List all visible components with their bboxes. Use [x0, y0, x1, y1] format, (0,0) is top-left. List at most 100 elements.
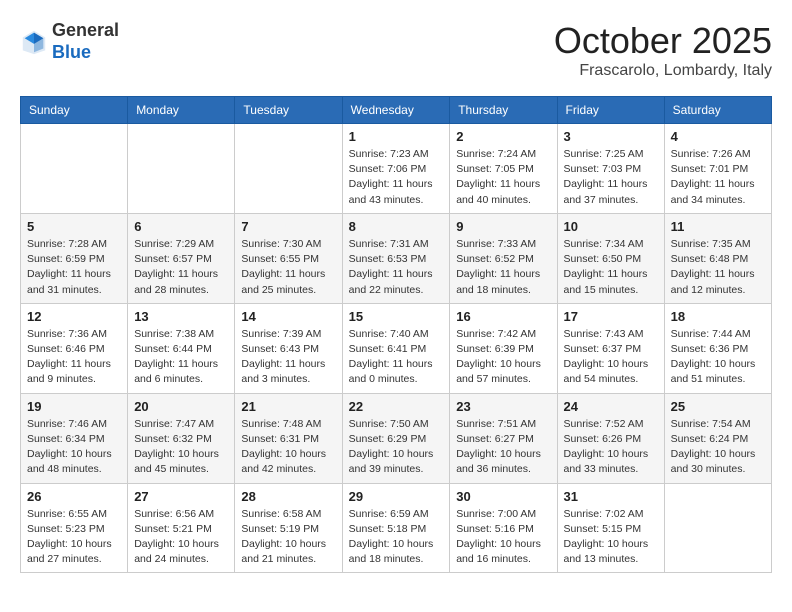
day-info: Sunrise: 7:28 AM Sunset: 6:59 PM Dayligh… — [27, 237, 121, 298]
calendar-cell: 9 Sunrise: 7:33 AM Sunset: 6:52 PM Daylig… — [450, 213, 557, 303]
calendar-header-row: SundayMondayTuesdayWednesdayThursdayFrid… — [21, 97, 772, 124]
day-number: 11 — [671, 219, 765, 234]
day-number: 9 — [456, 219, 550, 234]
day-info: Sunrise: 7:24 AM Sunset: 7:05 PM Dayligh… — [456, 147, 550, 208]
calendar-cell: 3Sunrise: 7:25 AM Sunset: 7:03 PM Daylig… — [557, 124, 664, 214]
calendar-cell: 19 Sunrise: 7:46 AM Sunset: 6:34 PM Dayli… — [21, 393, 128, 483]
calendar-cell: 31 Sunrise: 7:02 AM Sunset: 5:15 PM Dayli… — [557, 483, 664, 573]
day-number: 30 — [456, 489, 550, 504]
logo-general: General — [52, 20, 119, 40]
calendar-cell: 20 Sunrise: 7:47 AM Sunset: 6:32 PM Dayli… — [128, 393, 235, 483]
calendar-cell: 22Sunrise: 7:50 AM Sunset: 6:29 PM Dayli… — [342, 393, 450, 483]
day-number: 18 — [671, 309, 765, 324]
day-number: 10 — [564, 219, 658, 234]
calendar-cell: 18 Sunrise: 7:44 AM Sunset: 6:36 PM Dayli… — [664, 303, 771, 393]
calendar-cell: 6 Sunrise: 7:29 AM Sunset: 6:57 PM Daylig… — [128, 213, 235, 303]
calendar-cell: 8Sunrise: 7:31 AM Sunset: 6:53 PM Daylig… — [342, 213, 450, 303]
day-number: 14 — [241, 309, 335, 324]
day-info: Sunrise: 6:56 AM Sunset: 5:21 PM Dayligh… — [134, 507, 228, 568]
calendar-cell: 26 Sunrise: 6:55 AM Sunset: 5:23 PM Dayli… — [21, 483, 128, 573]
calendar-cell: 29Sunrise: 6:59 AM Sunset: 5:18 PM Dayli… — [342, 483, 450, 573]
day-number: 26 — [27, 489, 121, 504]
day-number: 21 — [241, 399, 335, 414]
day-info: Sunrise: 7:48 AM Sunset: 6:31 PM Dayligh… — [241, 417, 335, 478]
day-number: 13 — [134, 309, 228, 324]
weekday-header: Monday — [128, 97, 235, 124]
weekday-header: Thursday — [450, 97, 557, 124]
day-number: 24 — [564, 399, 658, 414]
calendar-cell — [664, 483, 771, 573]
day-number: 2 — [456, 129, 550, 144]
logo: General Blue — [20, 20, 119, 63]
day-number: 23 — [456, 399, 550, 414]
day-info: Sunrise: 7:02 AM Sunset: 5:15 PM Dayligh… — [564, 507, 658, 568]
calendar-cell: 15 Sunrise: 7:40 AM Sunset: 6:41 PM Dayli… — [342, 303, 450, 393]
day-info: Sunrise: 6:59 AM Sunset: 5:18 PM Dayligh… — [349, 507, 444, 568]
calendar-week-row: 19 Sunrise: 7:46 AM Sunset: 6:34 PM Dayli… — [21, 393, 772, 483]
day-info: Sunrise: 7:42 AM Sunset: 6:39 PM Dayligh… — [456, 327, 550, 388]
day-number: 31 — [564, 489, 658, 504]
weekday-header: Sunday — [21, 97, 128, 124]
day-info: Sunrise: 7:36 AM Sunset: 6:46 PM Dayligh… — [27, 327, 121, 388]
day-info: Sunrise: 7:52 AM Sunset: 6:26 PM Dayligh… — [564, 417, 658, 478]
calendar-cell: 10 Sunrise: 7:34 AM Sunset: 6:50 PM Dayli… — [557, 213, 664, 303]
calendar-cell: 27Sunrise: 6:56 AM Sunset: 5:21 PM Dayli… — [128, 483, 235, 573]
day-number: 20 — [134, 399, 228, 414]
day-info: Sunrise: 6:55 AM Sunset: 5:23 PM Dayligh… — [27, 507, 121, 568]
day-number: 22 — [349, 399, 444, 414]
day-number: 7 — [241, 219, 335, 234]
day-number: 1 — [349, 129, 444, 144]
day-info: Sunrise: 7:47 AM Sunset: 6:32 PM Dayligh… — [134, 417, 228, 478]
calendar-week-row: 26 Sunrise: 6:55 AM Sunset: 5:23 PM Dayli… — [21, 483, 772, 573]
day-number: 15 — [349, 309, 444, 324]
calendar-cell — [128, 124, 235, 214]
calendar-week-row: 1 Sunrise: 7:23 AM Sunset: 7:06 PM Daylig… — [21, 124, 772, 214]
calendar-cell: 2 Sunrise: 7:24 AM Sunset: 7:05 PM Daylig… — [450, 124, 557, 214]
location: Frascarolo, Lombardy, Italy — [554, 62, 772, 80]
calendar-cell: 13 Sunrise: 7:38 AM Sunset: 6:44 PM Dayli… — [128, 303, 235, 393]
month-title: October 2025 — [554, 20, 772, 62]
day-number: 28 — [241, 489, 335, 504]
calendar-cell: 24 Sunrise: 7:52 AM Sunset: 6:26 PM Dayli… — [557, 393, 664, 483]
day-info: Sunrise: 7:00 AM Sunset: 5:16 PM Dayligh… — [456, 507, 550, 568]
day-number: 17 — [564, 309, 658, 324]
day-info: Sunrise: 7:35 AM Sunset: 6:48 PM Dayligh… — [671, 237, 765, 298]
day-info: Sunrise: 7:23 AM Sunset: 7:06 PM Dayligh… — [349, 147, 444, 208]
calendar-cell: 5 Sunrise: 7:28 AM Sunset: 6:59 PM Daylig… — [21, 213, 128, 303]
calendar-cell: 4 Sunrise: 7:26 AM Sunset: 7:01 PM Daylig… — [664, 124, 771, 214]
calendar-cell — [21, 124, 128, 214]
calendar-cell: 1 Sunrise: 7:23 AM Sunset: 7:06 PM Daylig… — [342, 124, 450, 214]
calendar-cell: 14 Sunrise: 7:39 AM Sunset: 6:43 PM Dayli… — [235, 303, 342, 393]
day-info: Sunrise: 7:30 AM Sunset: 6:55 PM Dayligh… — [241, 237, 335, 298]
logo-blue: Blue — [52, 42, 91, 62]
day-info: Sunrise: 7:34 AM Sunset: 6:50 PM Dayligh… — [564, 237, 658, 298]
day-info: Sunrise: 7:51 AM Sunset: 6:27 PM Dayligh… — [456, 417, 550, 478]
weekday-header: Friday — [557, 97, 664, 124]
day-info: Sunrise: 6:58 AM Sunset: 5:19 PM Dayligh… — [241, 507, 335, 568]
day-info: Sunrise: 7:25 AM Sunset: 7:03 PM Dayligh… — [564, 147, 658, 208]
calendar-cell: 21 Sunrise: 7:48 AM Sunset: 6:31 PM Dayli… — [235, 393, 342, 483]
day-info: Sunrise: 7:40 AM Sunset: 6:41 PM Dayligh… — [349, 327, 444, 388]
day-info: Sunrise: 7:46 AM Sunset: 6:34 PM Dayligh… — [27, 417, 121, 478]
calendar-week-row: 5 Sunrise: 7:28 AM Sunset: 6:59 PM Daylig… — [21, 213, 772, 303]
day-info: Sunrise: 7:38 AM Sunset: 6:44 PM Dayligh… — [134, 327, 228, 388]
day-info: Sunrise: 7:39 AM Sunset: 6:43 PM Dayligh… — [241, 327, 335, 388]
day-number: 5 — [27, 219, 121, 234]
day-info: Sunrise: 7:33 AM Sunset: 6:52 PM Dayligh… — [456, 237, 550, 298]
weekday-header: Wednesday — [342, 97, 450, 124]
day-info: Sunrise: 7:44 AM Sunset: 6:36 PM Dayligh… — [671, 327, 765, 388]
day-number: 19 — [27, 399, 121, 414]
day-info: Sunrise: 7:26 AM Sunset: 7:01 PM Dayligh… — [671, 147, 765, 208]
calendar-cell: 25 Sunrise: 7:54 AM Sunset: 6:24 PM Dayli… — [664, 393, 771, 483]
calendar-cell: 30 Sunrise: 7:00 AM Sunset: 5:16 PM Dayli… — [450, 483, 557, 573]
logo-text: General Blue — [52, 20, 119, 63]
calendar-cell: 12Sunrise: 7:36 AM Sunset: 6:46 PM Dayli… — [21, 303, 128, 393]
day-number: 6 — [134, 219, 228, 234]
day-info: Sunrise: 7:43 AM Sunset: 6:37 PM Dayligh… — [564, 327, 658, 388]
day-number: 25 — [671, 399, 765, 414]
day-info: Sunrise: 7:29 AM Sunset: 6:57 PM Dayligh… — [134, 237, 228, 298]
weekday-header: Tuesday — [235, 97, 342, 124]
day-number: 16 — [456, 309, 550, 324]
day-info: Sunrise: 7:54 AM Sunset: 6:24 PM Dayligh… — [671, 417, 765, 478]
day-number: 4 — [671, 129, 765, 144]
